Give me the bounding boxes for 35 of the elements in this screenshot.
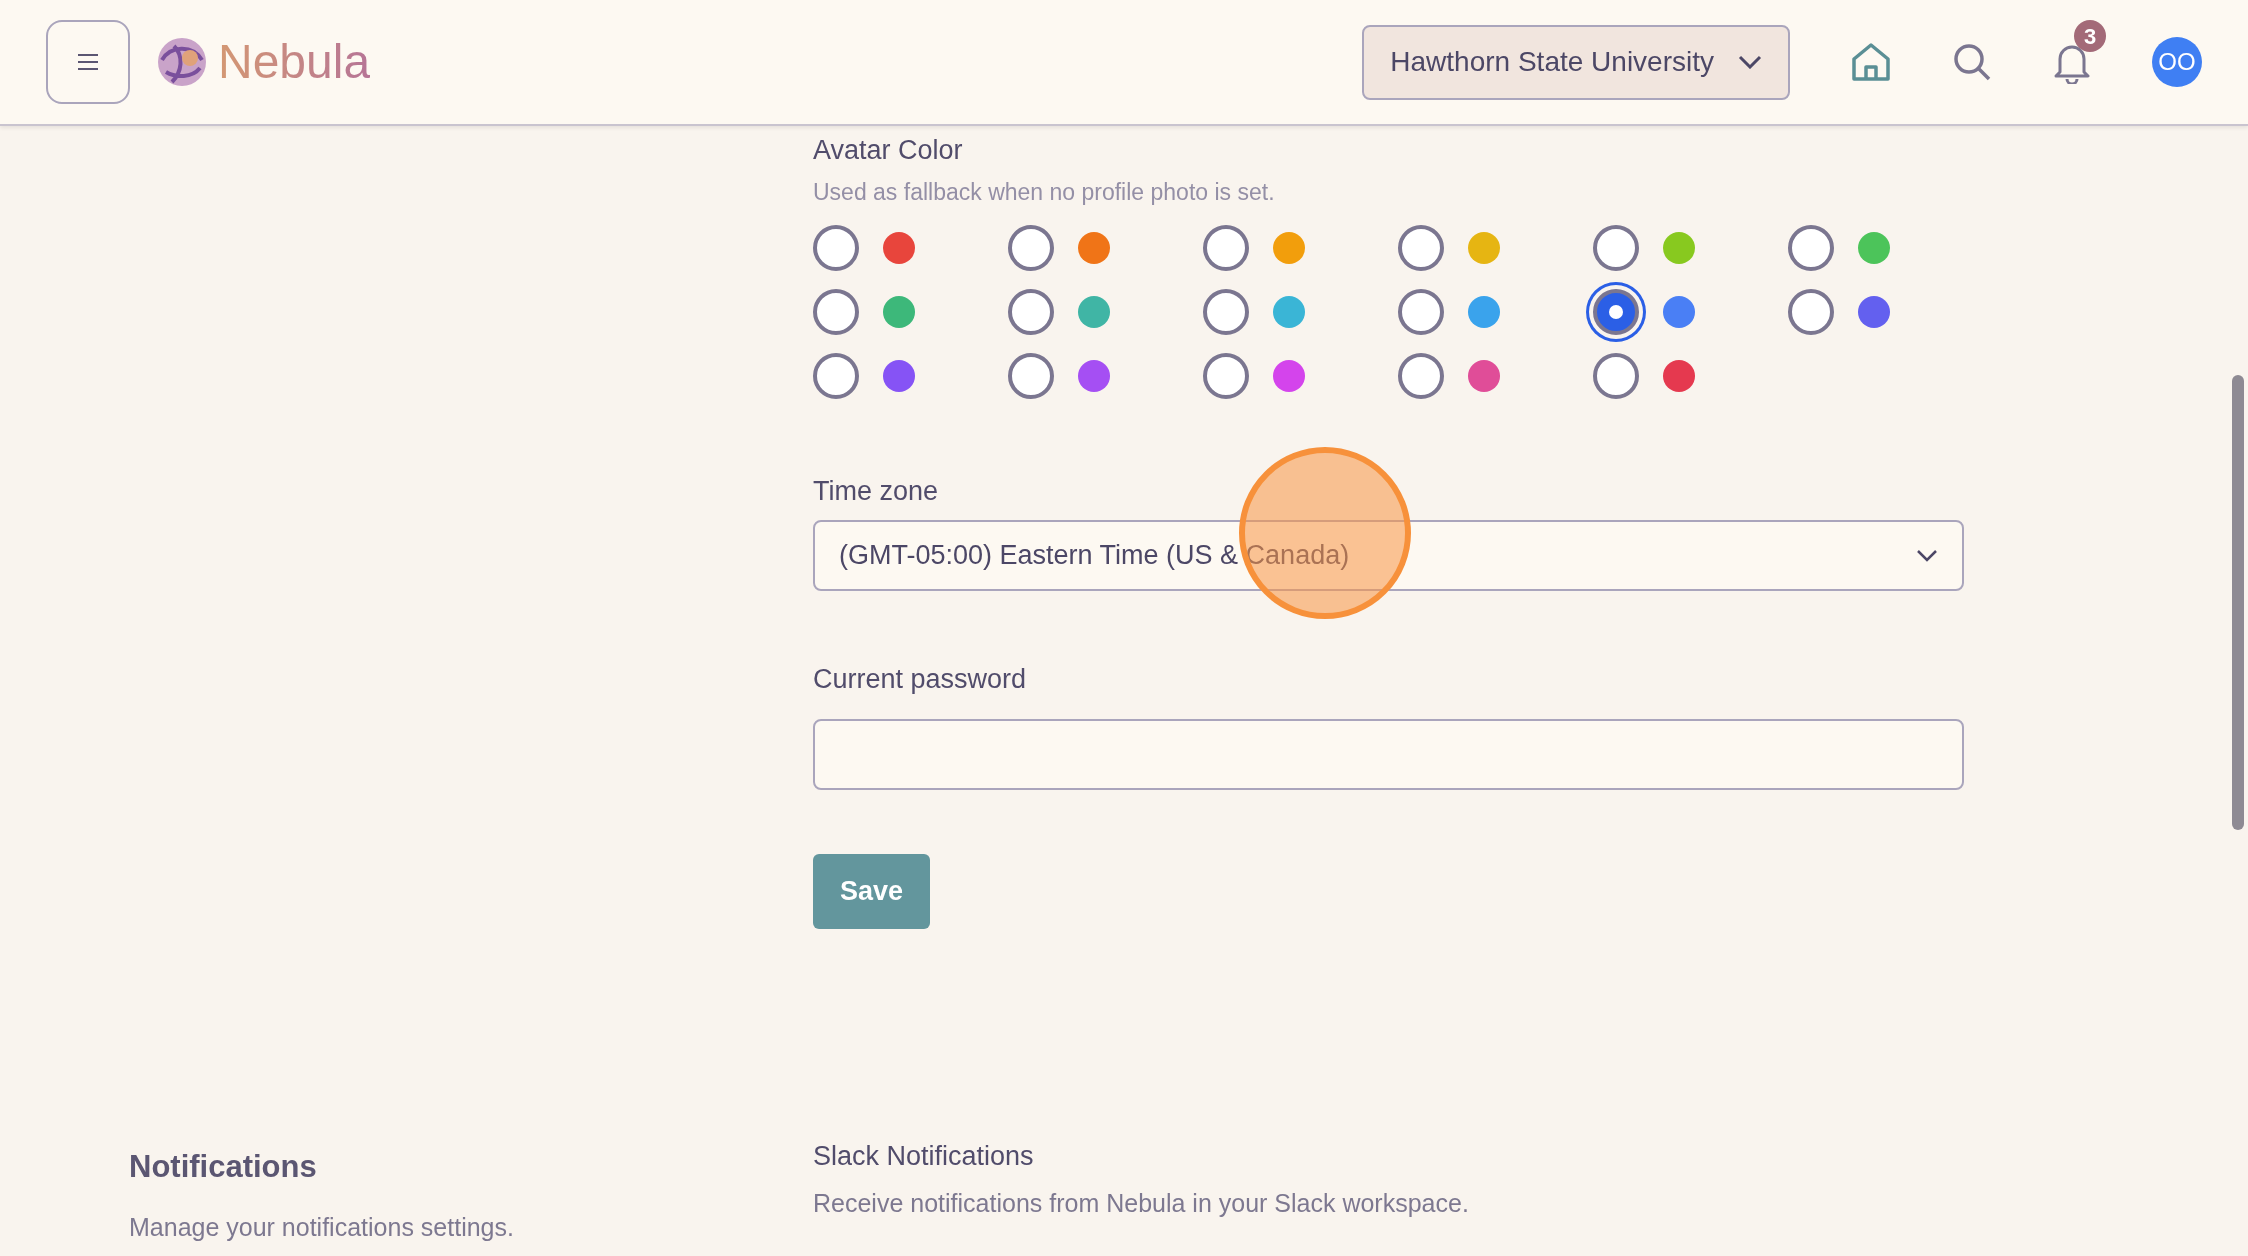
section-description: Manage your notifications settings. (129, 1211, 515, 1243)
menu-button[interactable] (46, 20, 130, 104)
setting-description: Receive notifications from Nebula in your Slack workspace. (813, 1187, 1470, 1219)
radio-button[interactable] (1008, 289, 1054, 335)
radio-button[interactable] (1008, 353, 1054, 399)
radio-button[interactable] (1398, 353, 1444, 399)
radio-button[interactable] (1788, 225, 1834, 271)
field-label: Time zone (813, 475, 940, 508)
radio-button[interactable] (1788, 289, 1834, 335)
radio-button[interactable] (1203, 353, 1249, 399)
notification-count: 3 (2074, 20, 2106, 52)
section-title: Notifications (129, 1148, 318, 1186)
user-avatar[interactable]: OO (2152, 37, 2202, 87)
radio-button[interactable] (1203, 289, 1249, 335)
radio-button[interactable] (1593, 225, 1639, 271)
radio-button[interactable] (813, 353, 859, 399)
help-text: Used as fallback when no profile photo is set. (813, 177, 1276, 207)
home-icon[interactable] (1850, 41, 1892, 83)
radio-button[interactable] (1593, 353, 1639, 399)
field-label: Current password (813, 662, 1028, 696)
organization-dropdown[interactable]: Hawthorn State University (1362, 24, 1790, 100)
search-icon[interactable] (1952, 42, 1992, 82)
chevron-down-icon (1916, 548, 1938, 562)
password-field[interactable] (813, 719, 1964, 790)
radio-button[interactable] (813, 289, 859, 335)
menu-icon (77, 53, 99, 71)
radio-button[interactable] (1398, 225, 1444, 271)
chevron-down-icon (1738, 55, 1762, 69)
setting-title: Slack Notifications (813, 1140, 1035, 1173)
radio-button[interactable] (1008, 225, 1054, 271)
time-zone-select[interactable]: (GMT-05:00) Eastern Time (US & Canada) (813, 519, 1964, 591)
radio-button[interactable] (813, 225, 859, 271)
field-label: Avatar Color (813, 134, 963, 167)
radio-button[interactable] (1203, 225, 1249, 271)
radio-button[interactable] (1398, 289, 1444, 335)
